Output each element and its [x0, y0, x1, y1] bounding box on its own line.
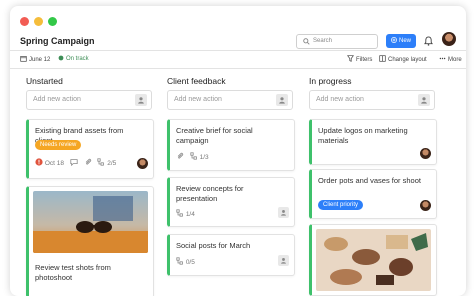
person-icon: [421, 97, 427, 104]
column-title-unstarted: Unstarted: [26, 76, 63, 86]
person-icon: [279, 97, 285, 104]
card-assignee-avatar[interactable]: [420, 200, 431, 211]
add-action-placeholder: Add new action: [33, 96, 81, 103]
task-card[interactable]: Review test shots from photoshoot: [26, 186, 154, 296]
add-action-placeholder: Add new action: [316, 96, 364, 103]
task-card[interactable]: Existing brand assets from client Needs …: [26, 119, 154, 179]
plus-circle-icon: [391, 37, 397, 43]
add-action-input-in-progress[interactable]: Add new action: [309, 90, 435, 110]
assign-user-button[interactable]: [276, 94, 288, 106]
filter-icon: [347, 55, 354, 62]
search-icon: [303, 38, 310, 45]
more-button[interactable]: More: [439, 55, 462, 64]
window-titlebar: [10, 6, 466, 34]
zoom-window-button[interactable]: [48, 17, 57, 26]
task-card[interactable]: Social posts for March 0/5: [167, 234, 295, 276]
more-dots-icon: [439, 57, 446, 60]
card-title: Review concepts for presentation: [176, 184, 244, 203]
filters-button[interactable]: Filters: [347, 55, 372, 64]
card-footer: 1/4: [176, 209, 195, 218]
calendar-icon: [20, 56, 27, 62]
person-icon: [281, 258, 286, 264]
more-label: More: [448, 57, 462, 63]
assign-user-button[interactable]: [278, 207, 289, 218]
app-window: Spring Campaign Search New June 12 On tr…: [10, 6, 466, 296]
card-footer: 1/3: [176, 152, 209, 161]
header-divider: [10, 50, 466, 51]
attachment-icon: [177, 152, 184, 159]
status-dot-icon: [58, 55, 64, 61]
assign-user-button[interactable]: [418, 94, 430, 106]
change-layout-button[interactable]: Change layout: [379, 55, 427, 64]
subtask-count: 0/5: [185, 259, 195, 266]
card-title: Social posts for March: [176, 241, 251, 250]
card-assignee-avatar[interactable]: [137, 158, 148, 169]
task-card[interactable]: Order pots and vases for shoot Client pr…: [309, 169, 437, 219]
assign-user-button[interactable]: [135, 94, 147, 106]
user-avatar[interactable]: [442, 32, 456, 46]
comment-icon: [70, 159, 78, 167]
subtask-icon: [176, 257, 183, 265]
needs-review-badge: Needs review: [35, 140, 82, 150]
close-window-button[interactable]: [20, 17, 29, 26]
card-assignee-avatar[interactable]: [420, 148, 431, 159]
task-card[interactable]: Review concepts for presentation 1/4: [167, 177, 295, 227]
layout-icon: [379, 55, 386, 62]
column-title-client-feedback: Client feedback: [167, 76, 226, 86]
card-title: Order pots and vases for shoot: [318, 176, 421, 185]
subtask-icon: [176, 209, 183, 217]
due-date: Oct 18: [44, 160, 64, 167]
alert-icon: [35, 158, 43, 166]
add-action-input-unstarted[interactable]: Add new action: [26, 90, 152, 110]
bell-icon[interactable]: [424, 36, 433, 46]
subtask-count: 1/4: [185, 211, 195, 218]
add-action-input-client-feedback[interactable]: Add new action: [167, 90, 293, 110]
project-title: Spring Campaign: [20, 36, 95, 46]
search-placeholder: Search: [313, 38, 333, 44]
add-action-placeholder: Add new action: [174, 96, 222, 103]
subtask-icon: [190, 152, 197, 160]
attachment-icon: [85, 158, 91, 165]
change-layout-label: Change layout: [388, 57, 427, 63]
filters-label: Filters: [356, 57, 373, 63]
new-button[interactable]: New: [386, 34, 416, 48]
person-icon: [138, 97, 144, 104]
card-footer: Oct 18 2/5: [35, 158, 116, 167]
project-date: June 12: [29, 57, 51, 63]
subtask-icon: [97, 158, 105, 166]
task-card[interactable]: [309, 224, 437, 296]
flatlay-photo: [316, 229, 431, 291]
card-title: Creative brief for social campaign: [176, 126, 253, 145]
person-icon: [281, 210, 286, 216]
column-title-in-progress: In progress: [309, 76, 352, 86]
sunglasses-photo: [33, 191, 148, 253]
date-meta[interactable]: June 12: [20, 55, 50, 64]
card-title: Review test shots from photoshoot: [35, 263, 111, 282]
new-button-label: New: [398, 38, 411, 44]
project-status: On track: [66, 56, 89, 62]
card-title: Update logos on marketing materials: [318, 126, 408, 145]
toolbar-divider: [10, 68, 466, 69]
subtask-count: 1/3: [199, 154, 209, 161]
assign-user-button[interactable]: [278, 255, 289, 266]
client-priority-badge: Client priority: [318, 200, 364, 210]
task-card[interactable]: Creative brief for social campaign 1/3: [167, 119, 295, 171]
task-card[interactable]: Update logos on marketing materials: [309, 119, 437, 165]
status-meta[interactable]: On track: [58, 55, 89, 64]
subtask-count: 2/5: [107, 160, 117, 167]
card-footer: 0/5: [176, 257, 195, 266]
search-input[interactable]: Search: [296, 34, 378, 49]
minimize-window-button[interactable]: [34, 17, 43, 26]
